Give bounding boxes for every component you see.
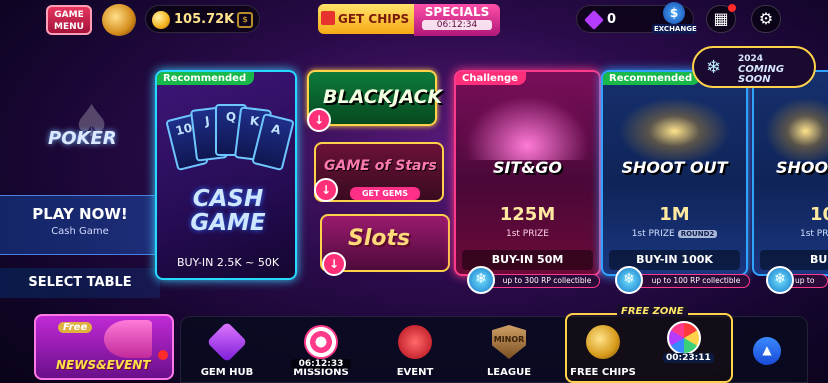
free-chips-label: FREE CHIPS bbox=[570, 367, 636, 378]
shoot-out-prize-label: 1st PRIZE ROUND2 bbox=[603, 229, 746, 239]
news-event-button[interactable]: Free NEWS&EVENT bbox=[34, 314, 174, 380]
shoot-out-card[interactable]: Recommended SHOOT OUT 1M 1st PRIZE ROUND2… bbox=[601, 70, 748, 276]
poker-logo: ♠ POKER bbox=[40, 100, 140, 160]
settings-button[interactable]: ⚙ bbox=[751, 5, 781, 33]
chips-icon bbox=[586, 325, 620, 359]
grid-icon: ▦ bbox=[713, 9, 729, 28]
recommended-tag: Recommended bbox=[603, 72, 701, 85]
get-chips-button[interactable]: GET CHIPS bbox=[318, 4, 414, 34]
specials-button[interactable]: SPECIALS 06:12:34 bbox=[414, 4, 500, 36]
challenge-tag: Challenge bbox=[456, 72, 526, 85]
event-label: EVENT bbox=[396, 367, 434, 378]
cash-title-line1: CASH bbox=[192, 186, 264, 212]
free-zone: FREE ZONE FREE CHIPS 00:23:11 bbox=[565, 306, 733, 383]
prize-label: 1st PRIZE bbox=[631, 229, 675, 239]
gem-icon bbox=[584, 10, 604, 30]
dollar-icon: $ bbox=[663, 2, 685, 24]
gift-icon bbox=[321, 11, 335, 25]
blackjack-title: BLACKJACK bbox=[323, 86, 443, 108]
trophy-illustration bbox=[754, 88, 828, 160]
shoot-out-2-prize: 10 bbox=[810, 204, 828, 225]
megaphone-icon bbox=[104, 320, 152, 358]
play-now-title: PLAY NOW! bbox=[32, 205, 128, 223]
news-event-label: NEWS&EVENT bbox=[56, 358, 151, 372]
lucky-wheel-icon[interactable] bbox=[667, 321, 701, 355]
mascot-avatar[interactable] bbox=[102, 4, 136, 36]
bottom-nav: GEM HUB 06:12:33 MISSIONS EVENT MINOR I … bbox=[180, 306, 808, 383]
snowflake-icon: ❄ bbox=[467, 266, 495, 294]
recommended-tag: Recommended bbox=[157, 72, 255, 85]
snowflake-icon: ❄ bbox=[766, 266, 794, 294]
exchange-button[interactable]: $ EXCHANGE bbox=[652, 2, 697, 36]
coming-soon-year: 2024 bbox=[738, 54, 764, 64]
sit-and-go-prize: 125M bbox=[499, 204, 556, 225]
select-table-button[interactable]: SELECT TABLE bbox=[0, 268, 160, 298]
dice-icon bbox=[398, 325, 432, 359]
gear-icon: ⚙ bbox=[758, 9, 774, 28]
event-button[interactable]: EVENT bbox=[379, 325, 451, 383]
shoot-out-2-buyin: BU bbox=[760, 250, 828, 270]
missions-timer: 06:12:33 bbox=[291, 359, 351, 369]
get-gems-button[interactable]: GET GEMS bbox=[350, 187, 420, 200]
specials-label: SPECIALS bbox=[424, 5, 490, 19]
coming-soon-text: COMING SOON bbox=[738, 64, 785, 85]
poker-logo-text: POKER bbox=[48, 128, 117, 149]
cash-game-card[interactable]: Recommended 10 J Q K A CASH GAME BUY-IN … bbox=[155, 70, 297, 280]
arena-illustration bbox=[456, 88, 599, 160]
snowflake-icon: ❄ bbox=[706, 57, 722, 78]
playing-cards-illustration: 10 J Q K A bbox=[165, 102, 295, 192]
league-button[interactable]: MINOR I LEAGUE bbox=[473, 325, 545, 383]
download-icon[interactable]: ↓ bbox=[307, 108, 331, 132]
get-chips-label: GET CHIPS bbox=[338, 12, 410, 26]
free-badge: Free bbox=[58, 322, 93, 333]
gems-value: 0 bbox=[607, 12, 617, 27]
sit-and-go-prize-label: 1st PRIZE bbox=[506, 229, 549, 239]
notification-dot bbox=[158, 350, 168, 360]
cash-title-line2: GAME bbox=[190, 210, 266, 236]
sit-and-go-title: SIT&GO bbox=[492, 158, 563, 177]
gem-hub-label: GEM HUB bbox=[200, 367, 254, 378]
shoot-out-card-2[interactable]: SHOO 10 1st PR BU bbox=[752, 70, 828, 276]
coins-balance[interactable]: 105.72K $ bbox=[145, 5, 260, 33]
top-bar: GAME MENU 105.72K $ GET CHIPS SPECIALS 0… bbox=[0, 0, 828, 40]
free-chips-button[interactable]: FREE CHIPS bbox=[567, 325, 639, 383]
expand-up-button[interactable]: ▲ bbox=[753, 337, 781, 365]
exchange-label: EXCHANGE bbox=[652, 24, 697, 34]
free-zone-label: FREE ZONE bbox=[617, 306, 688, 317]
play-now-button[interactable]: PLAY NOW! Cash Game bbox=[0, 195, 160, 255]
missions-button[interactable]: 06:12:33 MISSIONS bbox=[285, 325, 357, 383]
sidebar: ♠ POKER PLAY NOW! Cash Game SELECT TABLE bbox=[0, 40, 168, 315]
shoot-out-2-title: SHOO bbox=[776, 158, 828, 177]
cash-game-buyin: BUY-IN 2.5K ~ 50K bbox=[176, 256, 280, 269]
slots-title: Slots bbox=[348, 226, 411, 251]
league-label: LEAGUE bbox=[486, 367, 532, 378]
coming-soon-badge[interactable]: ❄ 2024 COMING SOON bbox=[692, 46, 816, 88]
gem-hub-icon bbox=[206, 321, 248, 363]
coins-value: 105.72K bbox=[174, 12, 235, 27]
cash-game-title: CASH GAME bbox=[157, 186, 295, 236]
coin-icon bbox=[152, 11, 170, 29]
gem-hub-button[interactable]: GEM HUB bbox=[191, 321, 263, 383]
rp-collectible-note: up to 300 RP collectible bbox=[478, 274, 600, 288]
shoot-out-2-prize-label: 1st PR bbox=[800, 229, 828, 239]
specials-timer: 06:12:34 bbox=[422, 20, 492, 30]
game-of-stars-title: GAME of Stars bbox=[324, 158, 437, 174]
target-icon bbox=[304, 325, 338, 359]
game-menu-button[interactable]: GAME MENU bbox=[46, 5, 92, 35]
trophy-illustration bbox=[603, 88, 746, 160]
coins-shop-icon[interactable]: $ bbox=[237, 12, 253, 28]
shoot-out-prize: 1M bbox=[659, 204, 690, 225]
download-icon[interactable]: ↓ bbox=[314, 178, 338, 202]
grid-menu-button[interactable]: ▦ bbox=[706, 4, 736, 33]
shoot-out-title: SHOOT OUT bbox=[621, 158, 728, 177]
league-shield-icon: MINOR I bbox=[492, 325, 526, 359]
download-icon[interactable]: ↓ bbox=[322, 252, 346, 276]
sit-and-go-card[interactable]: Challenge SIT&GO 125M 1st PRIZE BUY-IN 5… bbox=[454, 70, 601, 276]
round-badge: ROUND2 bbox=[677, 230, 718, 238]
rp-collectible-note: up to 100 RP collectible bbox=[626, 274, 750, 288]
wheel-timer: 00:23:11 bbox=[663, 353, 714, 363]
snowflake-icon: ❄ bbox=[615, 266, 643, 294]
play-now-subtitle: Cash Game bbox=[51, 226, 109, 237]
notification-dot bbox=[728, 4, 736, 12]
